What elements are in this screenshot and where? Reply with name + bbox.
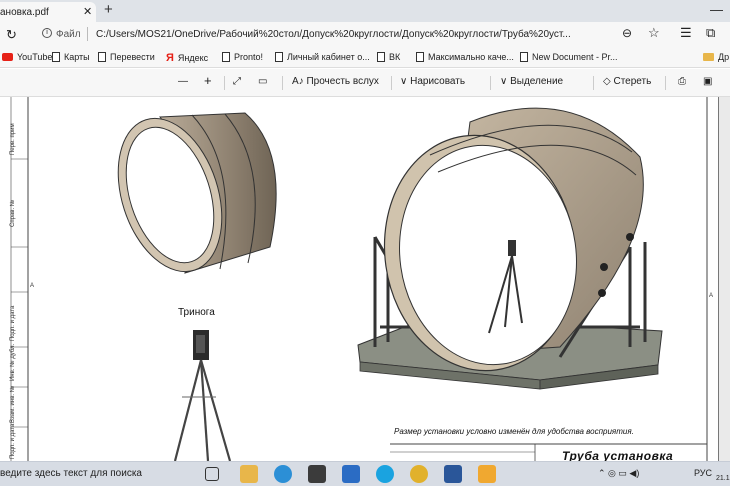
youtube-icon [2, 53, 13, 61]
bookmark-youtube[interactable]: YouTube [2, 52, 52, 62]
chrome-icon[interactable] [410, 465, 428, 483]
page-view-icon[interactable]: ▭ [258, 76, 267, 87]
side-label: Подп. и дата [10, 423, 16, 459]
print-icon[interactable]: ⎙ [678, 76, 686, 87]
divider [490, 76, 491, 90]
page-icon [98, 52, 106, 62]
save-icon[interactable]: ▣ [703, 76, 712, 87]
read-aloud-icon: A♪ [292, 76, 307, 87]
divider [593, 76, 594, 90]
draw-button[interactable]: ∨ Нарисовать [400, 76, 465, 87]
tab-bar: ановка.pdf ✕ + — [0, 0, 730, 22]
info-icon[interactable]: i [42, 28, 52, 38]
taskbar-search[interactable]: ведите здесь текст для поиска [0, 468, 142, 479]
bookmark-vk[interactable]: ВК [377, 52, 400, 62]
page-icon [222, 52, 230, 62]
erase-button[interactable]: ◇ Стереть [603, 76, 651, 87]
skype-icon[interactable] [376, 465, 394, 483]
collections-icon[interactable]: ⧉ [706, 25, 715, 41]
page-icon [377, 52, 385, 62]
favorites-icon[interactable]: ☰ [680, 25, 692, 41]
clock-date[interactable]: 21.1 [716, 475, 730, 482]
file-explorer-icon[interactable] [240, 465, 258, 483]
bookmark-pronto[interactable]: Pronto! [222, 52, 263, 62]
zone-marker: A [709, 293, 714, 299]
side-label: Перв. прим [10, 123, 16, 155]
yandex-icon: Я [166, 52, 174, 64]
address-bar: ↻ i Файл C:/Users/MOS21/OneDrive/Рабочий… [0, 22, 730, 48]
url-text[interactable]: C:/Users/MOS21/OneDrive/Рабочий%20стол/Д… [96, 29, 571, 40]
tray-icons[interactable]: ⌃ ◎ ▭ ◀) [598, 468, 639, 479]
new-tab-button[interactable]: + [104, 1, 113, 18]
zone-marker: A [30, 283, 35, 289]
bookmark-yandex[interactable]: Я Яндекс [166, 52, 208, 64]
bookmark-new-document[interactable]: New Document - Pr... [520, 52, 618, 62]
zoom-in-button[interactable]: + [204, 73, 212, 88]
bookmark-quality[interactable]: Максимально каче... [416, 52, 514, 62]
eraser-icon: ◇ [603, 76, 614, 87]
fit-page-icon[interactable]: ⤢ [233, 76, 241, 87]
folder-icon [703, 53, 714, 61]
zoom-icon[interactable]: ⊖ [622, 26, 632, 40]
divider [665, 76, 666, 90]
page-icon [52, 52, 60, 62]
file-label: Файл [56, 29, 81, 40]
divider [87, 27, 88, 41]
side-label: Подп. и дата [10, 305, 16, 341]
divider [391, 76, 392, 90]
divider [224, 76, 225, 90]
star-icon[interactable]: ☆ [648, 25, 660, 41]
side-label: Взам. инв. № [10, 385, 16, 423]
minimize-button[interactable]: — [710, 2, 723, 17]
read-aloud-button[interactable]: A♪ Прочесть вслух [292, 76, 379, 87]
pdf-toolbar: — + ⤢ ▭ A♪ Прочесть вслух ∨ Нарисовать ∨… [0, 69, 730, 97]
chevron-down-icon: ∨ [500, 76, 511, 87]
close-icon[interactable]: ✕ [83, 5, 92, 18]
mail-icon[interactable] [342, 465, 360, 483]
tab-title: ановка.pdf [0, 7, 49, 18]
zoom-out-button[interactable]: — [178, 76, 188, 87]
drawing-illustration [10, 97, 708, 462]
pdf-viewport[interactable]: Тринога Размер установки условно изменён… [0, 97, 730, 463]
edge-icon[interactable] [274, 465, 292, 483]
store-icon[interactable] [308, 465, 326, 483]
reload-icon[interactable]: ↻ [6, 27, 17, 43]
drawing-sheet: Тринога Размер установки условно изменён… [0, 97, 719, 463]
app-icon[interactable] [478, 465, 496, 483]
page-icon [275, 52, 283, 62]
language-indicator[interactable]: РУС [694, 468, 712, 478]
side-label: Справ. № [10, 199, 16, 227]
taskbar: ведите здесь текст для поиска ⌃ ◎ ▭ ◀) Р… [0, 461, 730, 486]
page-icon [520, 52, 528, 62]
side-label: Инв. № дубл. [10, 343, 16, 381]
bookmark-folder[interactable]: Др [703, 52, 729, 62]
chevron-down-icon: ∨ [400, 76, 411, 87]
task-view-icon[interactable] [205, 467, 219, 481]
page-icon [416, 52, 424, 62]
highlight-button[interactable]: ∨ Выделение [500, 76, 563, 87]
bookmark-translate[interactable]: Перевести [98, 52, 155, 62]
divider [282, 76, 283, 90]
word-icon[interactable] [444, 465, 462, 483]
tab-pdf[interactable]: ановка.pdf ✕ [0, 2, 96, 22]
bookmark-maps[interactable]: Карты [52, 52, 90, 62]
bookmark-cabinet[interactable]: Личный кабинет о... [275, 52, 370, 62]
bookmarks-bar: YouTube Карты Перевести Я Яндекс Pronto! … [0, 48, 730, 68]
tripod-label: Тринога [178, 307, 215, 318]
drawing-note: Размер установки условно изменён для удо… [394, 427, 634, 436]
